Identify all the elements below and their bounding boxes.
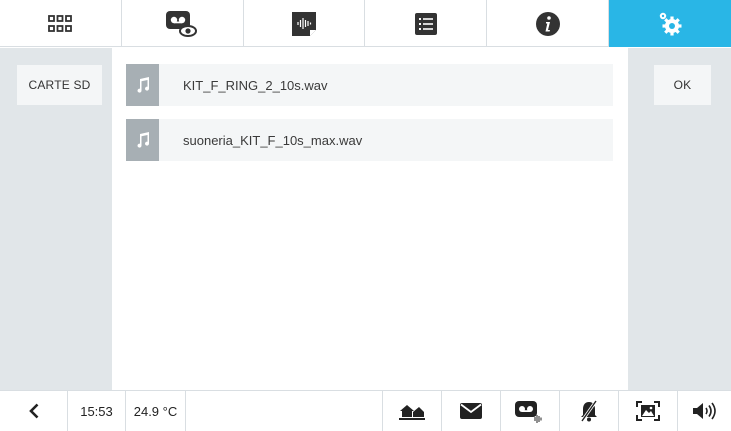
fullscreen-icon	[636, 401, 660, 421]
fullscreen-button[interactable]	[619, 391, 678, 431]
back-icon	[28, 403, 38, 419]
volume-icon	[692, 402, 716, 420]
clock: 15:53	[68, 391, 126, 431]
tab-videomemo[interactable]	[122, 0, 244, 47]
videomemo-status-button[interactable]	[501, 391, 560, 431]
sd-card-label: CARTE SD	[28, 78, 91, 92]
settings-icon	[659, 12, 682, 35]
home-away-icon	[399, 405, 425, 420]
temperature: 24.9 °C	[126, 391, 186, 431]
main-area: CARTE SD KIT_F_RING_2_10s.wav suoneria_K…	[0, 48, 731, 390]
top-tab-bar	[0, 0, 731, 47]
videomemo-icon	[166, 10, 198, 37]
back-button[interactable]	[0, 391, 68, 431]
music-note-icon	[126, 119, 159, 161]
mail-icon	[460, 403, 482, 419]
tab-list[interactable]	[365, 0, 488, 47]
file-row[interactable]: suoneria_KIT_F_10s_max.wav	[126, 119, 613, 161]
status-bar: 15:53 24.9 °C	[0, 390, 731, 431]
tab-grid[interactable]	[0, 0, 122, 47]
ringer-off-icon	[580, 400, 598, 422]
file-name: suoneria_KIT_F_10s_max.wav	[183, 132, 363, 148]
file-list: KIT_F_RING_2_10s.wav suoneria_KIT_F_10s_…	[112, 48, 628, 390]
audio-message-icon	[291, 11, 316, 36]
grid-icon	[48, 14, 73, 32]
videomemo-audio-icon	[515, 401, 542, 423]
volume-button[interactable]	[678, 391, 731, 431]
time-text: 15:53	[80, 403, 113, 419]
ok-label: OK	[673, 78, 692, 92]
left-panel: CARTE SD	[0, 48, 112, 390]
home-away-button[interactable]	[383, 391, 442, 431]
tab-audio-message[interactable]	[244, 0, 366, 47]
mail-button[interactable]	[442, 391, 501, 431]
file-row[interactable]: KIT_F_RING_2_10s.wav	[126, 64, 613, 106]
list-icon	[414, 12, 437, 35]
status-spacer	[186, 391, 383, 431]
ok-button[interactable]: OK	[654, 65, 711, 105]
sd-card-button[interactable]: CARTE SD	[17, 65, 102, 105]
temperature-text: 24.9 °C	[133, 403, 178, 419]
music-note-icon	[126, 64, 159, 106]
tab-settings[interactable]	[608, 0, 731, 47]
file-name: KIT_F_RING_2_10s.wav	[183, 77, 328, 93]
right-panel: OK	[628, 48, 731, 390]
ringer-off-button[interactable]	[560, 391, 619, 431]
info-icon	[535, 11, 560, 36]
tab-info[interactable]	[487, 0, 609, 47]
